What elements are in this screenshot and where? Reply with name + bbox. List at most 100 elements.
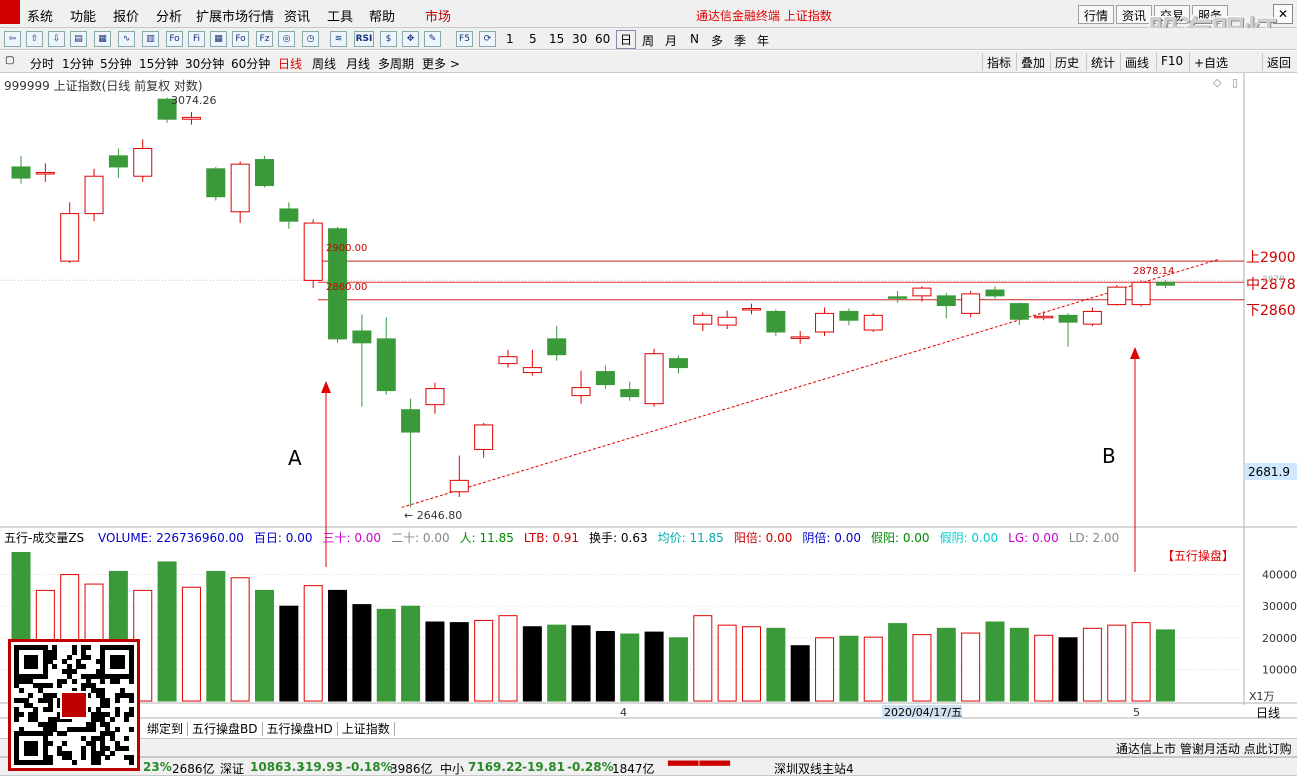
refresh-icon[interactable]: ⟳: [479, 31, 496, 47]
clock-icon[interactable]: ◷: [302, 31, 319, 47]
unit-multi[interactable]: 多: [711, 32, 723, 49]
status-promo[interactable]: 通达信上市 管谢月活动 点此订购: [1116, 740, 1292, 757]
period-more[interactable]: 更多 >: [422, 55, 460, 72]
period-5[interactable]: 5: [529, 32, 537, 46]
candle-body: [766, 310, 786, 333]
xaxis-mark-5: 5: [1133, 706, 1140, 719]
period-multi[interactable]: 多周期: [378, 55, 414, 72]
current-value-label: 2681.9: [1248, 465, 1290, 479]
high-price-label: 3074.26: [171, 94, 217, 107]
period-weekly[interactable]: 周线: [312, 55, 336, 72]
period-1[interactable]: 1: [506, 32, 514, 46]
volume-bar: [863, 636, 883, 702]
down-icon[interactable]: ⇩: [48, 31, 65, 47]
tab-sh-index[interactable]: 上证指数: [337, 722, 395, 736]
candle-body: [11, 166, 31, 179]
tool-back[interactable]: 返回: [1262, 53, 1295, 71]
volume-bar: [279, 605, 299, 702]
period-60min[interactable]: 60分钟: [231, 55, 270, 72]
tool-indicator[interactable]: 指标: [982, 53, 1015, 71]
period-30min[interactable]: 30分钟: [185, 55, 224, 72]
tool-add-watchlist[interactable]: +自选: [1189, 53, 1232, 71]
f5-icon[interactable]: F5: [456, 31, 473, 47]
quote-button[interactable]: 行情: [1078, 5, 1115, 24]
close-icon[interactable]: ✕: [1273, 4, 1293, 24]
f10-icon[interactable]: Fo: [166, 31, 183, 47]
expand-icon[interactable]: ◇: [1213, 76, 1221, 89]
unit-day[interactable]: 日: [616, 30, 637, 49]
kline-icon[interactable]: ▥: [142, 31, 159, 47]
tool-history[interactable]: 历史: [1050, 53, 1083, 71]
server-name[interactable]: 深圳双线主站4: [774, 760, 854, 777]
volume-bar: [547, 624, 567, 702]
report-icon[interactable]: ▤: [70, 31, 87, 47]
table-icon[interactable]: ▦: [94, 31, 111, 47]
unit-n[interactable]: N: [690, 32, 699, 46]
menu-extended-market[interactable]: 扩展市场行情: [196, 6, 274, 25]
volume-bar: [1009, 627, 1029, 702]
rsi-icon[interactable]: RSI: [354, 31, 374, 47]
period-monthly[interactable]: 月线: [346, 55, 370, 72]
volume-bar: [961, 632, 981, 702]
volume-bar: [1107, 624, 1127, 702]
unit-month[interactable]: 月: [665, 32, 677, 49]
period-15min[interactable]: 15分钟: [139, 55, 178, 72]
hline-2860-label: 2860.00: [326, 282, 367, 293]
kline-chart[interactable]: 3074.26 ← 2646.80 2900.00 2860.00 2878.14 上29…: [0, 73, 1297, 738]
low-price-label: ← 2646.80: [404, 509, 462, 522]
lower-line-label: 下2860: [1246, 303, 1296, 319]
period-60[interactable]: 60: [595, 32, 610, 46]
annotation-b: B: [1102, 444, 1116, 468]
fz-icon[interactable]: Fz: [256, 31, 273, 47]
unit-season[interactable]: 季: [734, 32, 746, 49]
index-2-name[interactable]: 中小: [440, 760, 464, 777]
tab-bind[interactable]: 绑定到: [143, 722, 189, 736]
index-1-name[interactable]: 深证: [220, 760, 244, 777]
f3-icon[interactable]: Fo: [232, 31, 249, 47]
f1-icon[interactable]: Fi: [188, 31, 205, 47]
period-1min[interactable]: 1分钟: [62, 55, 94, 72]
menu-market[interactable]: 市场: [425, 6, 451, 25]
volume-bar: [230, 577, 250, 702]
period-30[interactable]: 30: [572, 32, 587, 46]
toggle-panel-icon[interactable]: ▢: [5, 55, 14, 66]
volume-bar: [936, 627, 956, 702]
volume-bar: [255, 589, 274, 702]
ring-icon[interactable]: ◎: [278, 31, 295, 47]
tool-draw[interactable]: 画线: [1120, 53, 1153, 71]
menu-info[interactable]: 资讯: [284, 6, 310, 25]
tool-stats[interactable]: 统计: [1086, 53, 1119, 71]
volume-bar: [425, 621, 445, 702]
pencil-icon[interactable]: ✎: [424, 31, 441, 47]
menu-quote[interactable]: 报价: [113, 6, 139, 25]
tool-f10[interactable]: F10: [1156, 53, 1187, 71]
candle-body: [352, 330, 372, 344]
menu-function[interactable]: 功能: [70, 6, 96, 25]
grid-icon[interactable]: ▦: [210, 31, 227, 47]
tab-wuxing-hd[interactable]: 五行操盘HD: [262, 722, 338, 736]
back-icon[interactable]: ⇦: [4, 31, 21, 47]
period-daily[interactable]: 日线: [278, 55, 302, 72]
menu-system[interactable]: 系统: [27, 6, 53, 25]
menu-tools[interactable]: 工具: [327, 6, 353, 25]
menu-analysis[interactable]: 分析: [156, 6, 182, 25]
wave-icon[interactable]: ≋: [330, 31, 347, 47]
dollar-icon[interactable]: $: [380, 31, 397, 47]
candle-body: [522, 367, 542, 374]
candle-body: [255, 159, 274, 187]
period-intraday[interactable]: 分时: [30, 55, 54, 72]
volume-bar: [742, 626, 761, 702]
unit-year[interactable]: 年: [757, 32, 769, 49]
up-icon[interactable]: ⇧: [26, 31, 43, 47]
period-15[interactable]: 15: [549, 32, 564, 46]
arrow-b-head: [1130, 347, 1140, 359]
line-chart-icon[interactable]: ∿: [118, 31, 135, 47]
menu-help[interactable]: 帮助: [369, 6, 395, 25]
move-icon[interactable]: ✥: [402, 31, 419, 47]
scroll-icon[interactable]: ▯: [1232, 76, 1238, 89]
tool-overlay[interactable]: 叠加: [1016, 53, 1049, 71]
period-5min[interactable]: 5分钟: [100, 55, 132, 72]
tab-wuxing-bd[interactable]: 五行操盘BD: [188, 722, 263, 736]
unit-week[interactable]: 周: [642, 32, 654, 49]
wuxing-box-label: 【五行操盘】: [1162, 548, 1234, 563]
